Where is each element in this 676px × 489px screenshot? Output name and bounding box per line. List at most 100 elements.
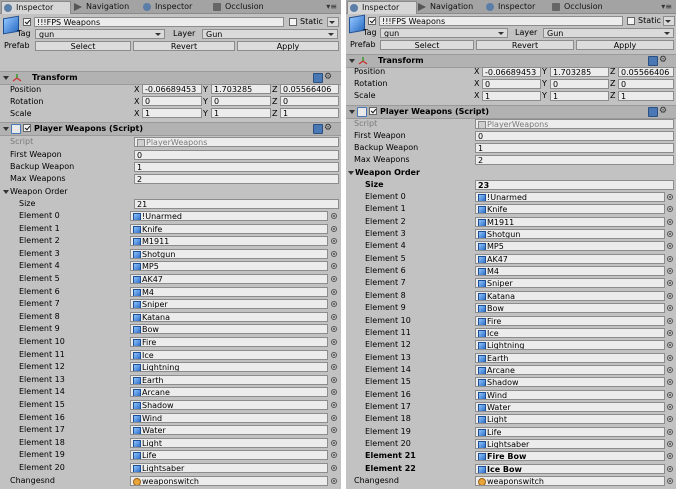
- element-weapon-field[interactable]: Water: [130, 425, 328, 436]
- element-weapon-field[interactable]: Arcane: [130, 387, 328, 398]
- gear-icon[interactable]: ⚙: [324, 72, 332, 82]
- position-z-field[interactable]: 0.05566406: [280, 84, 339, 94]
- object-picker-target-icon[interactable]: [667, 453, 673, 460]
- element-weapon-field[interactable]: M1911: [130, 236, 328, 247]
- tab-navigation[interactable]: Navigation: [72, 1, 148, 13]
- tab-occlusion[interactable]: Occlusion: [550, 1, 624, 13]
- element-weapon-field[interactable]: Lightsaber: [475, 439, 665, 449]
- help-book-icon[interactable]: [313, 73, 323, 83]
- help-book-icon[interactable]: [648, 107, 658, 117]
- layer-dropdown[interactable]: Gun: [543, 28, 674, 38]
- help-book-icon[interactable]: [648, 56, 658, 66]
- object-picker-target-icon[interactable]: [331, 351, 337, 358]
- static-dropdown[interactable]: [663, 16, 675, 26]
- object-picker-target-icon[interactable]: [331, 326, 337, 333]
- position-y-field[interactable]: 1.703285: [550, 67, 609, 77]
- object-picker-target-icon[interactable]: [667, 243, 673, 250]
- element-weapon-field[interactable]: Earth: [130, 374, 328, 385]
- object-picker-target-icon[interactable]: [667, 194, 673, 200]
- object-picker-target-icon[interactable]: [331, 402, 337, 408]
- object-picker-target-icon[interactable]: [331, 339, 337, 345]
- static-dropdown[interactable]: [327, 17, 339, 27]
- element-weapon-field[interactable]: Light: [130, 437, 328, 448]
- element-weapon-field[interactable]: Sniper: [475, 278, 665, 289]
- object-picker-target-icon[interactable]: [667, 428, 673, 435]
- element-weapon-field[interactable]: Shadow: [130, 400, 328, 410]
- rotation-z-field[interactable]: 0: [280, 96, 339, 106]
- tag-dropdown[interactable]: gun: [35, 29, 165, 39]
- element-weapon-field[interactable]: Wind: [475, 389, 665, 400]
- element-weapon-field[interactable]: M4: [130, 286, 328, 297]
- element-weapon-field[interactable]: Ice Bow: [475, 463, 665, 474]
- element-weapon-field[interactable]: Bow: [130, 324, 328, 335]
- object-picker-target-icon[interactable]: [331, 389, 337, 396]
- gear-icon[interactable]: ⚙: [324, 123, 332, 133]
- prefab-revert-button[interactable]: Revert: [476, 40, 574, 50]
- object-picker-target-icon[interactable]: [331, 427, 337, 434]
- component-enabled-checkbox[interactable]: [369, 107, 377, 115]
- tag-dropdown[interactable]: gun: [380, 28, 508, 38]
- element-weapon-field[interactable]: M1911: [475, 216, 665, 227]
- object-picker-target-icon[interactable]: [667, 441, 673, 447]
- object-picker-target-icon[interactable]: [331, 276, 337, 282]
- element-weapon-field[interactable]: Shotgun: [475, 229, 665, 240]
- tab-navigation[interactable]: Navigation: [416, 1, 492, 13]
- max-weapons-field[interactable]: 2: [475, 155, 674, 165]
- rotation-x-field[interactable]: 0: [142, 96, 202, 106]
- object-picker-target-icon[interactable]: [331, 439, 337, 446]
- element-weapon-field[interactable]: Wind: [130, 412, 328, 423]
- object-picker-target-icon[interactable]: [331, 478, 337, 484]
- element-weapon-field[interactable]: Shotgun: [130, 248, 328, 259]
- object-picker-target-icon[interactable]: [667, 403, 673, 410]
- object-picker-target-icon[interactable]: [667, 317, 673, 324]
- object-picker-target-icon[interactable]: [667, 218, 673, 225]
- object-picker-target-icon[interactable]: [667, 478, 673, 484]
- element-weapon-field[interactable]: Shadow: [475, 377, 665, 388]
- first-weapon-field[interactable]: 0: [134, 150, 339, 160]
- element-weapon-field[interactable]: Sniper: [130, 299, 328, 310]
- element-weapon-field[interactable]: AK47: [130, 274, 328, 284]
- element-weapon-field[interactable]: M4: [475, 266, 665, 277]
- foldout-arrow-icon[interactable]: [349, 59, 355, 63]
- transform-header[interactable]: Transform ⚙: [0, 71, 341, 85]
- object-picker-target-icon[interactable]: [331, 288, 337, 295]
- object-picker-target-icon[interactable]: [331, 313, 337, 320]
- transform-header[interactable]: Transform ⚙: [346, 54, 676, 68]
- object-picker-target-icon[interactable]: [667, 255, 673, 262]
- object-picker-target-icon[interactable]: [667, 391, 673, 398]
- player-weapons-header[interactable]: Player Weapons (Script) ⚙: [346, 105, 676, 119]
- element-weapon-field[interactable]: Earth: [475, 352, 665, 363]
- element-weapon-field[interactable]: Fire Bow: [475, 451, 665, 462]
- prefab-revert-button[interactable]: Revert: [133, 41, 235, 51]
- static-checkbox[interactable]: [627, 17, 635, 25]
- object-name-field[interactable]: !!!FPS Weapons: [34, 17, 284, 27]
- element-weapon-field[interactable]: Knife: [475, 204, 665, 215]
- prefab-select-button[interactable]: Select: [380, 40, 474, 50]
- element-weapon-field[interactable]: Bow: [475, 303, 665, 314]
- object-picker-target-icon[interactable]: [667, 280, 673, 287]
- tab-inspector[interactable]: Inspector: [1, 1, 71, 14]
- gear-icon[interactable]: ⚙: [659, 55, 667, 65]
- element-weapon-field[interactable]: MP5: [475, 241, 665, 252]
- object-picker-target-icon[interactable]: [667, 329, 673, 336]
- size-field[interactable]: 21: [134, 199, 339, 209]
- object-picker-target-icon[interactable]: [331, 238, 337, 245]
- element-weapon-field[interactable]: MP5: [130, 261, 328, 272]
- first-weapon-field[interactable]: 0: [475, 131, 674, 141]
- position-z-field[interactable]: 0.05566406: [618, 67, 674, 77]
- object-picker-target-icon[interactable]: [667, 416, 673, 423]
- help-book-icon[interactable]: [313, 124, 323, 134]
- tab-inspector[interactable]: Inspector: [347, 1, 417, 14]
- object-picker-target-icon[interactable]: [667, 292, 673, 299]
- element-weapon-field[interactable]: Lightsaber: [130, 463, 328, 473]
- weapon-order-foldout-icon[interactable]: [3, 190, 9, 194]
- object-picker-target-icon[interactable]: [331, 213, 337, 219]
- element-weapon-field[interactable]: !Unarmed: [130, 211, 328, 221]
- tab-inspector-2[interactable]: Inspector: [484, 1, 556, 13]
- prefab-apply-button[interactable]: Apply: [237, 41, 339, 51]
- scale-x-field[interactable]: 1: [142, 108, 202, 118]
- object-picker-target-icon[interactable]: [331, 414, 337, 421]
- object-picker-target-icon[interactable]: [331, 263, 337, 270]
- rotation-y-field[interactable]: 0: [211, 96, 271, 106]
- element-weapon-field[interactable]: Ice: [475, 327, 665, 338]
